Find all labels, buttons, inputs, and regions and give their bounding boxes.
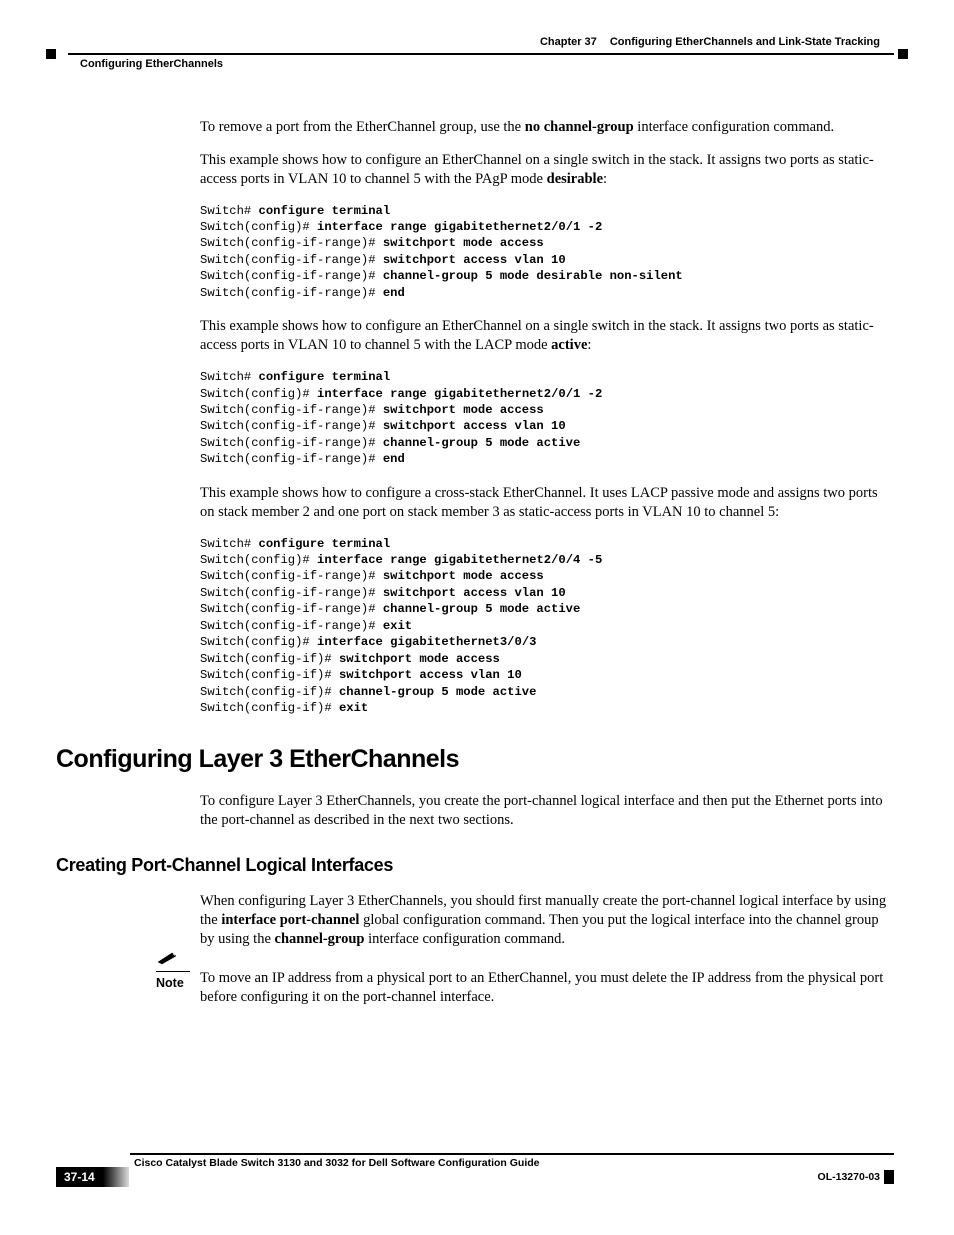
command-inline: no channel-group [525,119,634,135]
body-paragraph: This example shows how to configure an E… [200,317,888,355]
section-heading: Configuring Layer 3 EtherChannels [56,745,888,774]
note-label: Note [156,976,184,990]
body-paragraph: When configuring Layer 3 EtherChannels, … [200,892,888,949]
mode-inline: active [551,337,587,353]
chapter-number: Chapter 37 [540,36,597,48]
subsection-heading: Creating Port-Channel Logical Interfaces [56,855,888,876]
note-underline [156,971,190,973]
header-rule [68,53,894,55]
running-section: Configuring EtherChannels [80,58,223,70]
chapter-title: Configuring EtherChannels and Link-State… [610,36,880,48]
page-footer: Cisco Catalyst Blade Switch 3130 and 303… [0,1153,954,1199]
note-text: To move an IP address from a physical po… [200,969,888,1007]
footer-book-title: Cisco Catalyst Blade Switch 3130 and 303… [134,1157,540,1169]
body-paragraph: To configure Layer 3 EtherChannels, you … [200,792,888,830]
document-number: OL-13270-03 [818,1171,880,1183]
footer-bar [884,1170,894,1184]
footer-rule [130,1153,894,1155]
header-chapter: Chapter 37 Configuring EtherChannels and… [540,36,880,48]
page-content: To remove a port from the EtherChannel g… [200,118,888,1007]
header-rule-left [60,53,74,55]
page-number: 37-14 [56,1167,103,1187]
note-label-column: Note [156,951,196,993]
note-block: Note To move an IP address from a physic… [200,969,888,1007]
command-inline: interface port-channel [221,912,359,928]
command-inline: channel-group [275,931,365,947]
pencil-icon [156,951,196,970]
code-example: Switch# configure terminal Switch(config… [200,369,888,468]
mode-inline: desirable [547,171,603,187]
code-example: Switch# configure terminal Switch(config… [200,536,888,717]
body-paragraph: This example shows how to configure a cr… [200,484,888,522]
body-paragraph: To remove a port from the EtherChannel g… [200,118,888,137]
body-paragraph: This example shows how to configure an E… [200,151,888,189]
code-example: Switch# configure terminal Switch(config… [200,203,888,302]
